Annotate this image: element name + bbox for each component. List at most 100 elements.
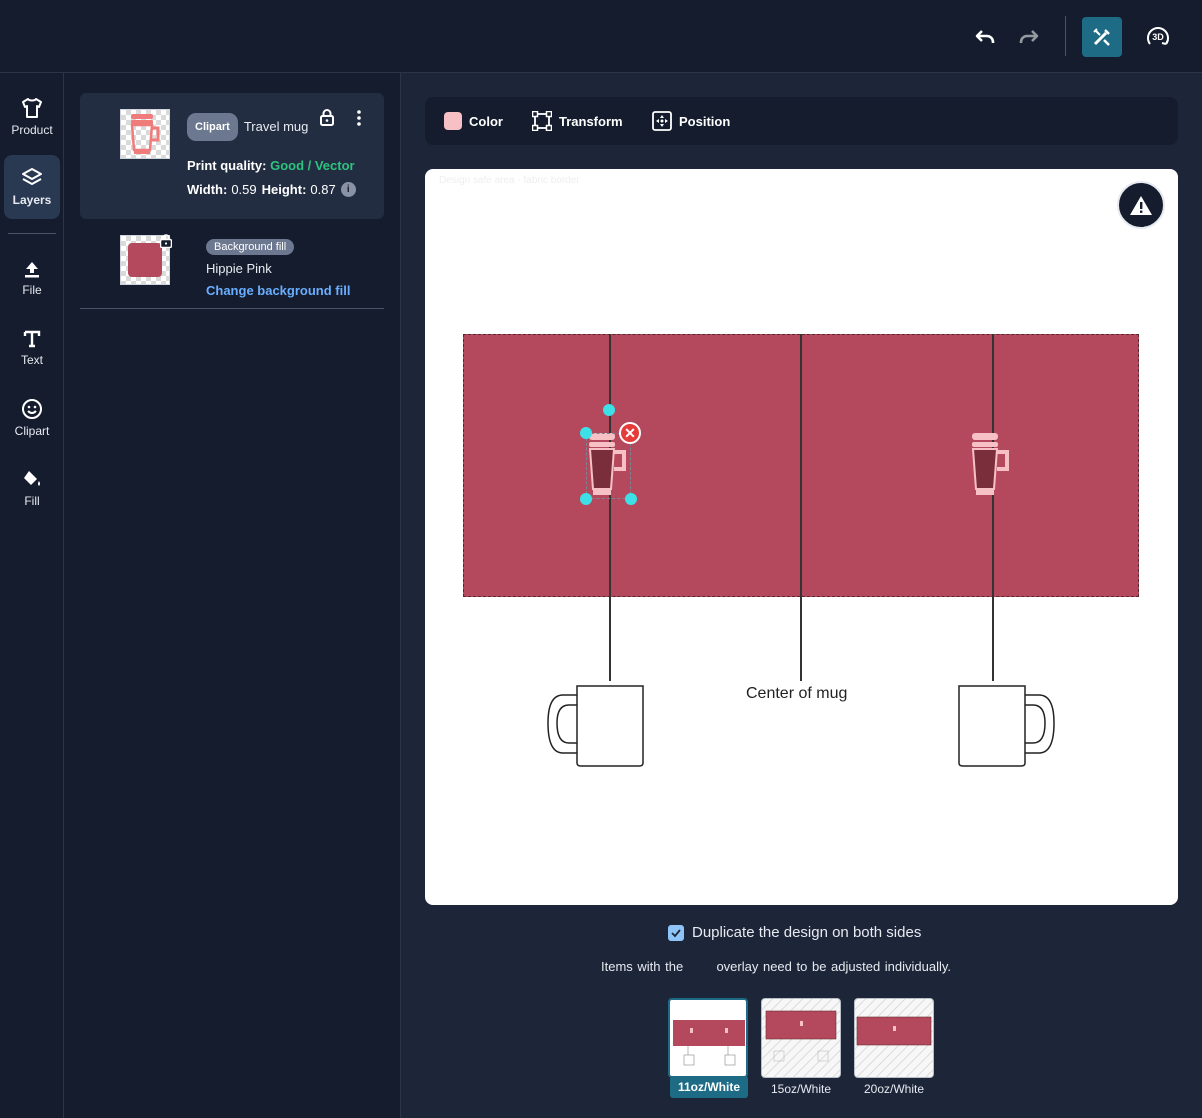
smiley-icon	[22, 399, 42, 419]
top-bar: 3D	[0, 0, 1202, 73]
overlay-note: Items with the overlay need to be adjust…	[601, 959, 951, 974]
lock-indicator[interactable]	[159, 234, 173, 253]
layer-item-background[interactable]: Background fill Hippie Pink Change backg…	[80, 229, 384, 309]
redo-button[interactable]	[1010, 18, 1048, 56]
layer-dimensions: Width: 0.59 Height: 0.87 i	[187, 182, 356, 197]
left-rail: Product Layers File Text Clipart Fill	[0, 73, 64, 1118]
rail-item-label: Layers	[12, 193, 52, 207]
layer-item-clipart[interactable]: Clipart Travel mug Print quality: Good / …	[80, 93, 384, 219]
resize-handle-bottom-right[interactable]	[625, 493, 637, 505]
size-label[interactable]: 15oz/White	[761, 1082, 841, 1096]
rail-item-label: Clipart	[14, 424, 50, 438]
view-3d-icon: 3D	[1147, 27, 1169, 45]
layers-icon	[22, 168, 42, 185]
layer-title: Clipart Travel mug	[187, 113, 317, 141]
background-name: Hippie Pink	[206, 261, 272, 276]
background-swatch	[128, 243, 162, 277]
more-vertical-icon	[357, 110, 361, 126]
center-of-mug-label: Center of mug	[746, 685, 848, 702]
width-label: Width:	[187, 182, 228, 197]
size-option-11oz[interactable]	[668, 998, 748, 1078]
redo-icon	[1019, 30, 1039, 43]
rail-item-product[interactable]: Product	[4, 85, 60, 149]
rail-item-label: Text	[20, 353, 43, 367]
height-value: 0.87	[310, 182, 336, 197]
position-icon	[652, 111, 672, 131]
edit-design-icon	[1093, 28, 1110, 46]
delete-clipart-button[interactable]: ✕	[619, 422, 641, 444]
layer-type-badge: Clipart	[187, 113, 238, 141]
duplicate-label: Duplicate the design on both sides	[692, 924, 922, 941]
guide-line-left	[609, 334, 611, 681]
edit-toolbar: Color Transform Position	[425, 97, 1178, 145]
undo-button[interactable]	[966, 18, 1004, 56]
rail-item-file[interactable]: File	[4, 246, 60, 310]
edit-design-button[interactable]	[1082, 17, 1122, 57]
safe-area-label: Design safe area - fabric border	[439, 175, 580, 186]
change-background-link[interactable]: Change background fill	[206, 283, 350, 298]
overlay-note-start: Items with the	[601, 959, 684, 974]
resize-handle-bottom-left[interactable]	[580, 493, 592, 505]
paint-bucket-icon	[24, 471, 40, 486]
tshirt-icon	[22, 98, 42, 118]
guide-line-center	[800, 334, 802, 681]
size-label[interactable]: 20oz/White	[854, 1082, 934, 1096]
size-option-15oz[interactable]	[761, 998, 841, 1078]
lock-icon	[159, 234, 173, 249]
transform-tool-button[interactable]: Transform	[532, 109, 623, 133]
toolbar-divider	[1065, 16, 1066, 56]
guide-line-right	[992, 334, 994, 681]
layer-menu-button[interactable]	[352, 109, 366, 127]
rail-divider	[8, 233, 56, 234]
duplicate-option[interactable]: Duplicate the design on both sides	[668, 924, 921, 941]
info-icon[interactable]: i	[340, 182, 356, 197]
warning-button[interactable]	[1117, 181, 1165, 229]
travel-mug-icon	[130, 114, 160, 154]
color-swatch	[444, 112, 462, 130]
layer-type-badge: Background fill	[206, 239, 295, 255]
text-icon	[23, 330, 41, 348]
view-3d-button[interactable]: 3D	[1139, 18, 1177, 56]
height-label: Height:	[261, 182, 307, 197]
overlay-note-end: overlay need to be adjusted individually…	[716, 959, 952, 974]
position-tool-button[interactable]: Position	[652, 109, 730, 133]
size-preview-15oz	[765, 1010, 837, 1062]
position-tool-label: Position	[679, 113, 731, 129]
print-quality-value: Good / Vector	[270, 158, 355, 173]
rail-item-fill[interactable]: Fill	[4, 456, 60, 520]
check-icon	[671, 928, 681, 937]
print-quality-label: Print quality:	[187, 158, 267, 173]
mug-outline-right	[958, 685, 1055, 767]
size-label[interactable]: 11oz/White	[670, 1076, 748, 1098]
rail-item-clipart[interactable]: Clipart	[4, 386, 60, 450]
rail-item-label: Fill	[24, 494, 40, 508]
travel-mug-clipart-duplicate	[971, 433, 1009, 495]
mug-outline-left	[547, 685, 644, 767]
rail-item-label: File	[22, 283, 42, 297]
lock-button[interactable]	[320, 109, 334, 131]
transform-icon	[532, 111, 552, 131]
print-quality: Print quality: Good / Vector	[187, 158, 355, 173]
size-preview-11oz	[673, 1020, 745, 1066]
resize-handle-top-left[interactable]	[580, 427, 592, 439]
design-canvas[interactable]: Design safe area - fabric border ✕ Cente…	[425, 169, 1178, 905]
rail-item-text[interactable]: Text	[4, 316, 60, 380]
upload-icon	[25, 262, 39, 278]
transform-tool-label: Transform	[559, 113, 623, 129]
color-tool-label: Color	[469, 113, 503, 129]
rail-item-layers[interactable]: Layers	[4, 155, 60, 219]
size-option-20oz[interactable]	[854, 998, 934, 1078]
size-preview-20oz	[856, 1016, 932, 1046]
width-value: 0.59	[231, 182, 257, 197]
clipart-thumbnail	[120, 109, 170, 159]
color-tool-button[interactable]: Color	[444, 109, 503, 133]
layers-panel: Clipart Travel mug Print quality: Good / …	[64, 73, 401, 1118]
undo-icon	[975, 30, 995, 43]
view-3d-label: 3D	[1152, 32, 1164, 42]
duplicate-checkbox[interactable]	[668, 924, 684, 941]
layer-name: Travel mug	[243, 119, 309, 134]
warning-icon	[1130, 196, 1152, 215]
rotate-handle[interactable]	[603, 404, 615, 416]
unlock-icon	[320, 109, 334, 126]
rail-item-label: Product	[11, 123, 53, 137]
